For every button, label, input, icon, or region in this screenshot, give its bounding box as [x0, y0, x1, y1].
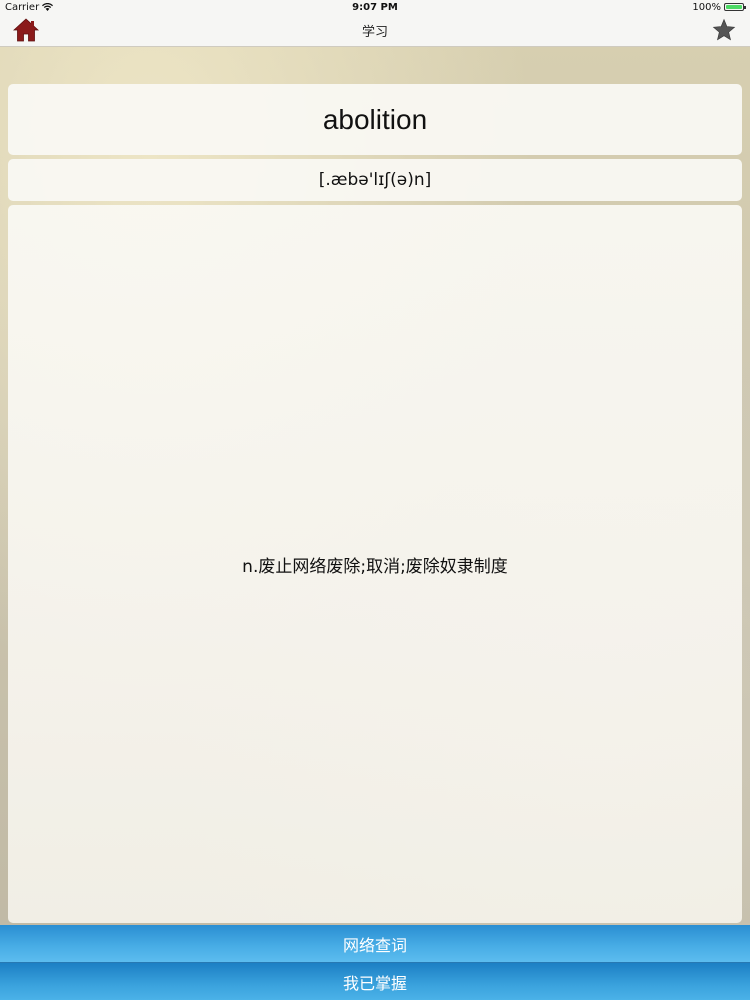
status-left: Carrier [0, 1, 54, 13]
web-lookup-button[interactable]: 网络查词 [0, 925, 750, 963]
mastered-label: 我已掌握 [342, 973, 407, 993]
nav-bar: 学习 [0, 14, 750, 47]
page-title: 学习 [361, 24, 388, 40]
status-time: 9:07 PM [352, 1, 398, 13]
mastered-button[interactable]: 我已掌握 [0, 963, 750, 1000]
web-lookup-label: 网络查词 [342, 935, 407, 955]
status-bar: Carrier 9:07 PM 100% [0, 0, 750, 14]
phonetic-text: [.æbə'lɪʃ(ə)n] [318, 170, 432, 190]
star-icon[interactable] [712, 18, 736, 42]
definition-text: n.废止网络废除;取消;废除奴隶制度 [242, 556, 508, 577]
home-icon[interactable] [13, 18, 39, 42]
battery-fill [726, 5, 742, 9]
phonetic-card: [.æbə'lɪʃ(ə)n] [8, 159, 742, 201]
battery-icon [724, 3, 746, 11]
status-right: 100% [692, 2, 750, 13]
word-text: abolition [322, 103, 428, 135]
word-card: abolition [8, 84, 742, 155]
battery-percent: 100% [692, 1, 721, 13]
carrier-label: Carrier [5, 1, 40, 13]
definition-card: n.废止网络废除;取消;废除奴隶制度 [8, 205, 742, 923]
wifi-icon [42, 3, 54, 11]
